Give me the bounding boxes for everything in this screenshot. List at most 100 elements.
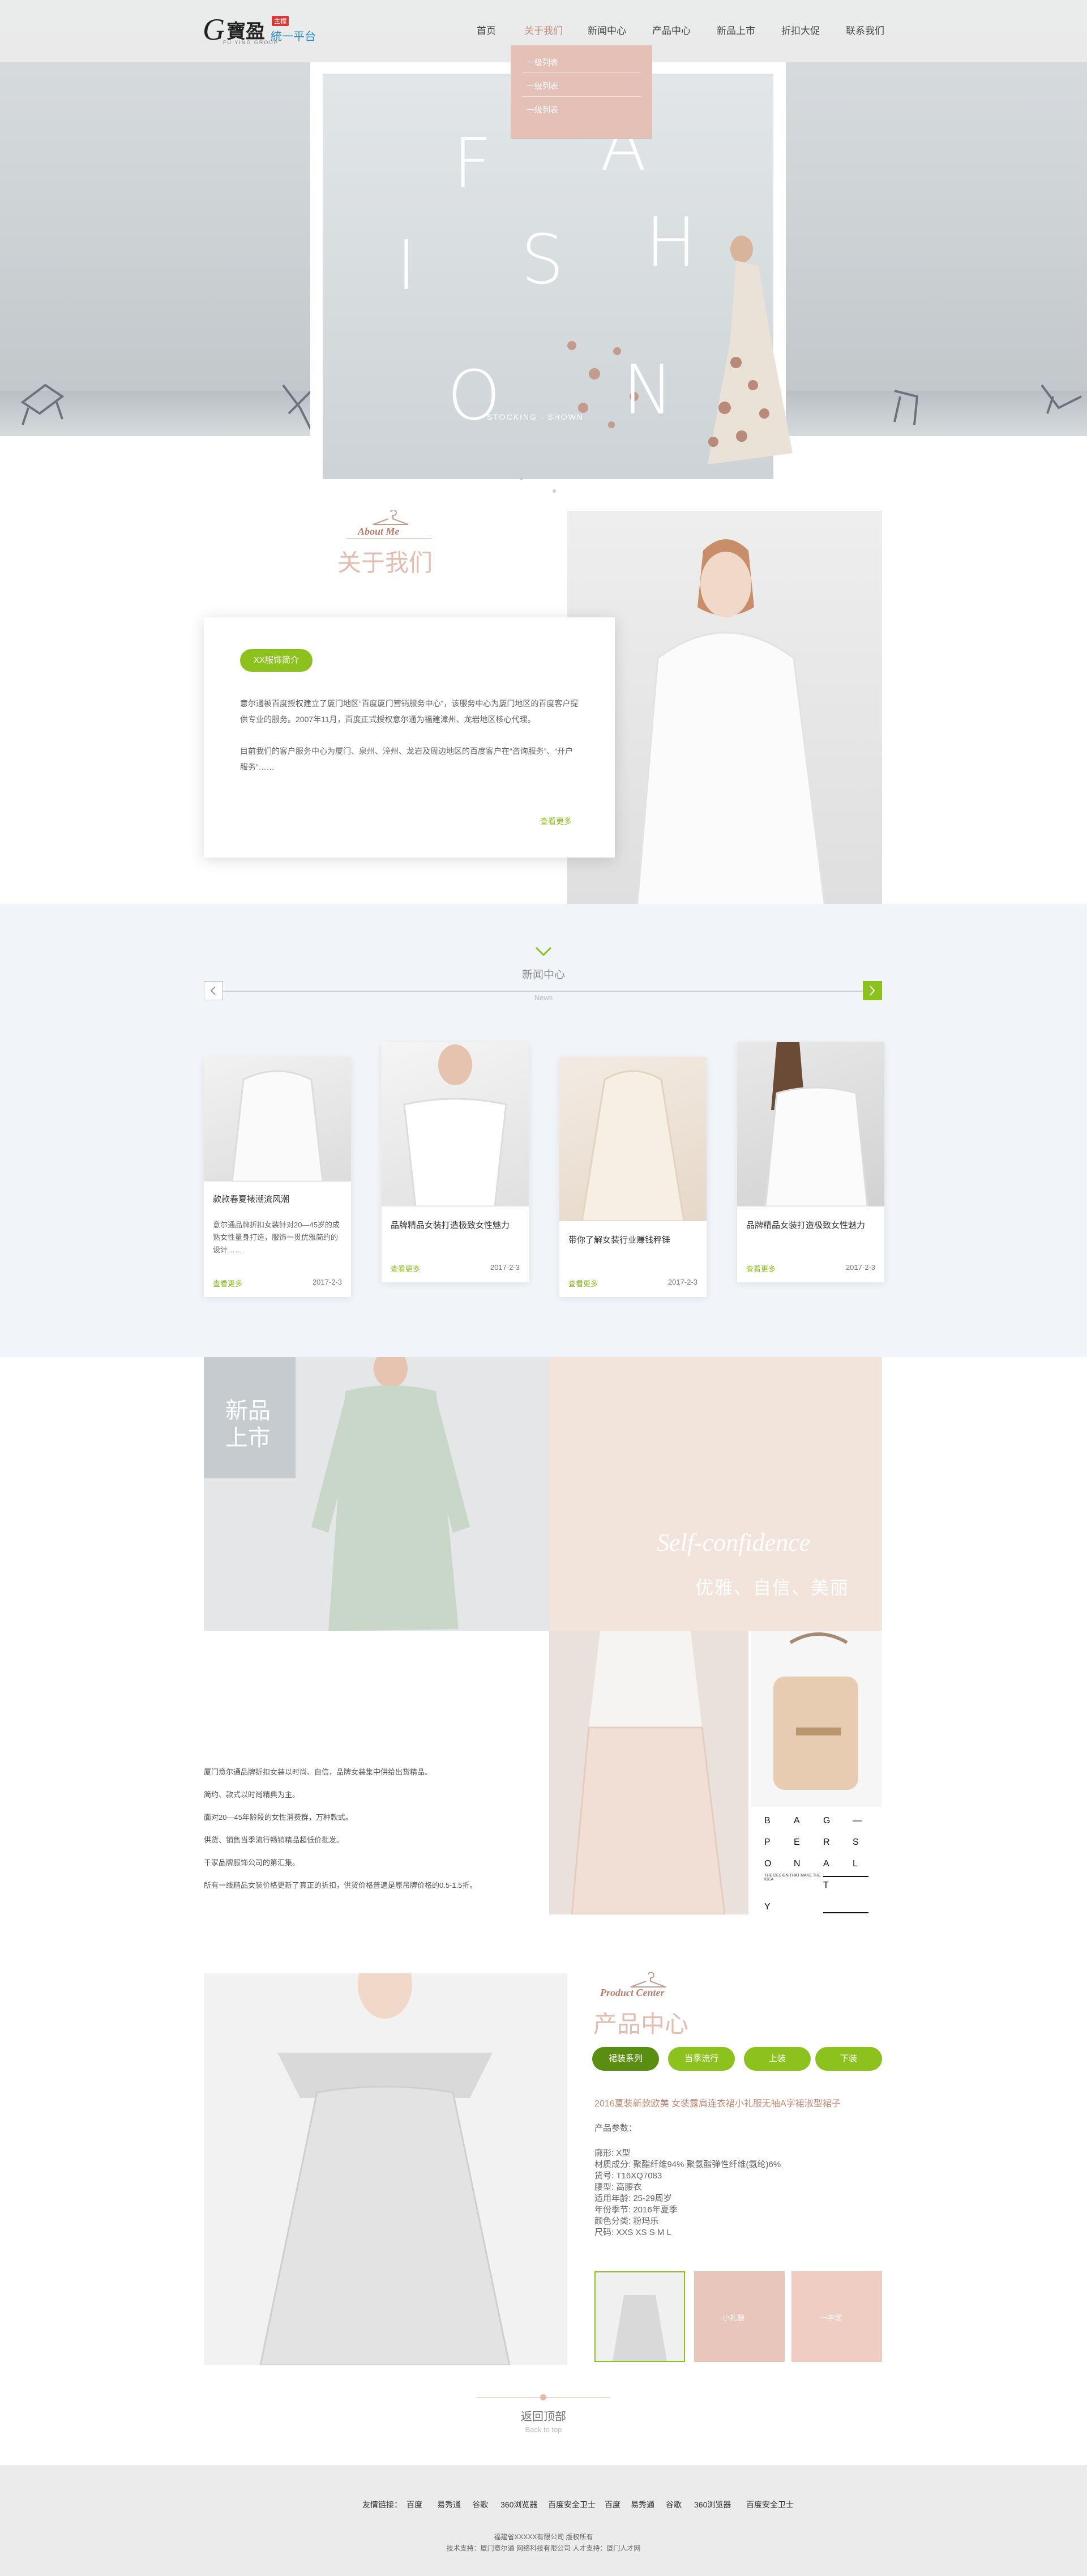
news-date: 2017-2-3 <box>490 1263 520 1272</box>
logo-badge: 主標 <box>272 16 289 26</box>
bag-letter: N <box>794 1859 801 1869</box>
product-tab-bottoms[interactable]: 下装 <box>815 2047 882 2071</box>
arrivals-skirt-photo <box>549 1631 748 1914</box>
bag-letter: S <box>853 1837 859 1847</box>
footer-link[interactable]: 易秀通 <box>631 2499 654 2510</box>
news-card-1[interactable]: 款款春夏裱潮流风潮 意尔通品牌折扣女装针对20—45岁的成熟女性量身打造，服饰一… <box>204 1057 351 1297</box>
news-next-button[interactable] <box>863 981 882 1000</box>
about-title-zh: 关于我们 <box>337 549 433 576</box>
product-spec: 尺码: XXS XS S M L <box>594 2228 671 2237</box>
news-more-link[interactable]: 查看更多 <box>213 1278 242 1289</box>
dropdown-item-2[interactable]: 一级列表 <box>527 80 558 92</box>
product-spec: 颜色分类: 粉玛乐 <box>594 2216 659 2226</box>
bag-letter: A <box>794 1816 800 1826</box>
news-title: 带你了解女装行业赚钱秤锤 <box>568 1235 671 1245</box>
hero-letter-h: H <box>645 204 697 283</box>
arrivals-text-5: 千家品牌服饰公司的第汇集。 <box>204 1858 300 1867</box>
product-name: 2016夏装新款欧美 女装露肩连衣裙小礼服无袖A字裙淑型裙子 <box>594 2099 841 2109</box>
product-spec: 腰型: 高腰衣 <box>594 2182 642 2192</box>
news-more-link[interactable]: 查看更多 <box>746 1263 776 1274</box>
news-more-link[interactable]: 查看更多 <box>568 1278 598 1289</box>
arrivals-text-3: 面对20—45年龄段的女性消费群，万种款式。 <box>204 1813 353 1822</box>
bag-letter: A <box>823 1859 829 1869</box>
footer-link[interactable]: 百度安全卫士 <box>548 2499 596 2510</box>
product-tab-seasonal[interactable]: 当季流行 <box>668 2047 735 2071</box>
hero-tagline: STOCKING · SHOWN <box>487 412 584 421</box>
thumb-label: 一字领 <box>820 2314 842 2322</box>
about-title-rule <box>346 538 431 539</box>
footer-link[interactable]: 百度 <box>406 2499 422 2510</box>
back-to-top-en: Back to top <box>525 2425 562 2434</box>
footer-link[interactable]: 百度安全卫士 <box>746 2499 794 2510</box>
bag-rule <box>823 1876 868 1877</box>
footer-link[interactable]: 百度 <box>605 2499 620 2510</box>
nav-home[interactable]: 首页 <box>477 0 496 62</box>
news-prev-button[interactable] <box>204 981 223 1000</box>
footer-copyright: 福建省XXXXX有限公司 版权所有 <box>494 2533 593 2541</box>
product-tab-tops[interactable]: 上装 <box>744 2047 811 2071</box>
nav-products[interactable]: 产品中心 <box>652 0 691 62</box>
news-card-4[interactable]: 品牌精品女装打造极致女性魅力 查看更多 2017-2-3 <box>737 1042 884 1282</box>
about-dropdown-menu: 一级列表 一级列表 一级列表 <box>511 45 652 139</box>
dropdown-divider <box>522 72 641 73</box>
nav-contact[interactable]: 联系我们 <box>846 0 884 62</box>
news-date: 2017-2-3 <box>845 1263 875 1272</box>
footer-link[interactable]: 易秀通 <box>437 2499 461 2510</box>
news-date: 2017-2-3 <box>312 1278 342 1286</box>
news-card-2[interactable]: 品牌精品女装打造极致女性魅力 查看更多 2017-2-3 <box>382 1042 529 1282</box>
back-top-dot <box>540 2394 546 2400</box>
news-title: 款款春夏裱潮流风潮 <box>213 1195 290 1204</box>
product-title-zh: 产品中心 <box>593 2011 689 2037</box>
product-spec: 货号: T16XQ7083 <box>594 2171 662 2181</box>
bag-letter: B <box>764 1816 771 1826</box>
news-image <box>559 1057 707 1222</box>
news-title: 品牌精品女装打造极致女性魅力 <box>391 1221 510 1230</box>
news-title-en: News <box>534 993 553 1002</box>
arrivals-text-6: 所有一线精品女装价格更新了真正的折扣，供货价格普遍是原吊牌价格的0.5-1.5折… <box>204 1881 477 1890</box>
footer-support: 技术支持：厦门意尔通 网络科技有限公司 人才支持：厦门人才网 <box>446 2544 641 2552</box>
about-more-link[interactable]: 查看更多 <box>540 816 572 827</box>
slider-dot-1[interactable] <box>520 477 523 480</box>
bag-letter: G <box>823 1816 831 1826</box>
news-desc: 意尔通品牌折扣女装针对20—45岁的成熟女性量身打造，服饰一贯优雅简约的设计…… <box>213 1221 340 1254</box>
arrivals-script: Self-confidence <box>657 1529 811 1556</box>
product-title-en: Product Center <box>600 1987 665 1998</box>
product-spec: 廓形: X型 <box>594 2148 631 2158</box>
about-paragraph-1: 意尔通被百度授权建立了厦门地区“百度厦门营销服务中心”，该服务中心为厦门地区的百… <box>240 699 579 724</box>
chevron-left-icon <box>210 986 216 995</box>
back-to-top-button[interactable]: 返回顶部 <box>0 2407 1087 2424</box>
footer-link[interactable]: 谷歌 <box>666 2499 682 2510</box>
about-badge: XX服饰简介 <box>240 649 313 672</box>
bag-letter: Y <box>764 1902 771 1912</box>
nav-new-arrivals[interactable]: 新品上市 <box>717 0 755 62</box>
logo-letter: G <box>203 12 225 46</box>
news-card-3[interactable]: 带你了解女装行业赚钱秤锤 查看更多 2017-2-3 <box>559 1057 707 1297</box>
logo[interactable]: G 寶盈 主標 統一平台 FU YING GROUP <box>203 12 316 46</box>
bag-rule <box>823 1912 868 1913</box>
product-thumb-3[interactable]: 一字领 <box>791 2271 882 2362</box>
arrivals-text-2: 简约、款式以时尚精典为主。 <box>204 1790 300 1799</box>
footer-link[interactable]: 360浏览器 <box>694 2499 731 2510</box>
news-title-zh: 新闻中心 <box>521 969 565 981</box>
dropdown-item-1[interactable]: 一级列表 <box>527 57 558 68</box>
news-image <box>204 1057 351 1183</box>
product-thumb-2[interactable]: 小礼服 <box>694 2271 785 2362</box>
bag-letter: T <box>823 1880 829 1890</box>
footer-link[interactable]: 谷歌 <box>472 2499 488 2510</box>
news-more-link[interactable]: 查看更多 <box>391 1263 420 1274</box>
news-image <box>382 1042 529 1208</box>
product-spec: 年份季节: 2016年夏季 <box>594 2205 678 2215</box>
product-tab-dresses[interactable]: 裙装系列 <box>592 2047 659 2071</box>
product-thumb-1[interactable] <box>594 2271 685 2362</box>
slider-dot-2[interactable] <box>553 489 556 493</box>
dropdown-divider <box>522 96 641 97</box>
dropdown-item-3[interactable]: 一级列表 <box>527 104 558 116</box>
about-title-en: About Me <box>358 526 400 537</box>
page: F A I S H O N STOCKING · SHOWN G 寶盈 主標 統… <box>0 0 1087 2576</box>
site-footer <box>0 2465 1087 2576</box>
chevron-down-icon <box>535 946 552 957</box>
footer-link[interactable]: 360浏览器 <box>500 2499 537 2510</box>
nav-discount[interactable]: 折扣大促 <box>781 0 820 62</box>
product-main-photo <box>204 1973 567 2365</box>
footer-links-label: 友情链接： <box>362 2500 402 2509</box>
